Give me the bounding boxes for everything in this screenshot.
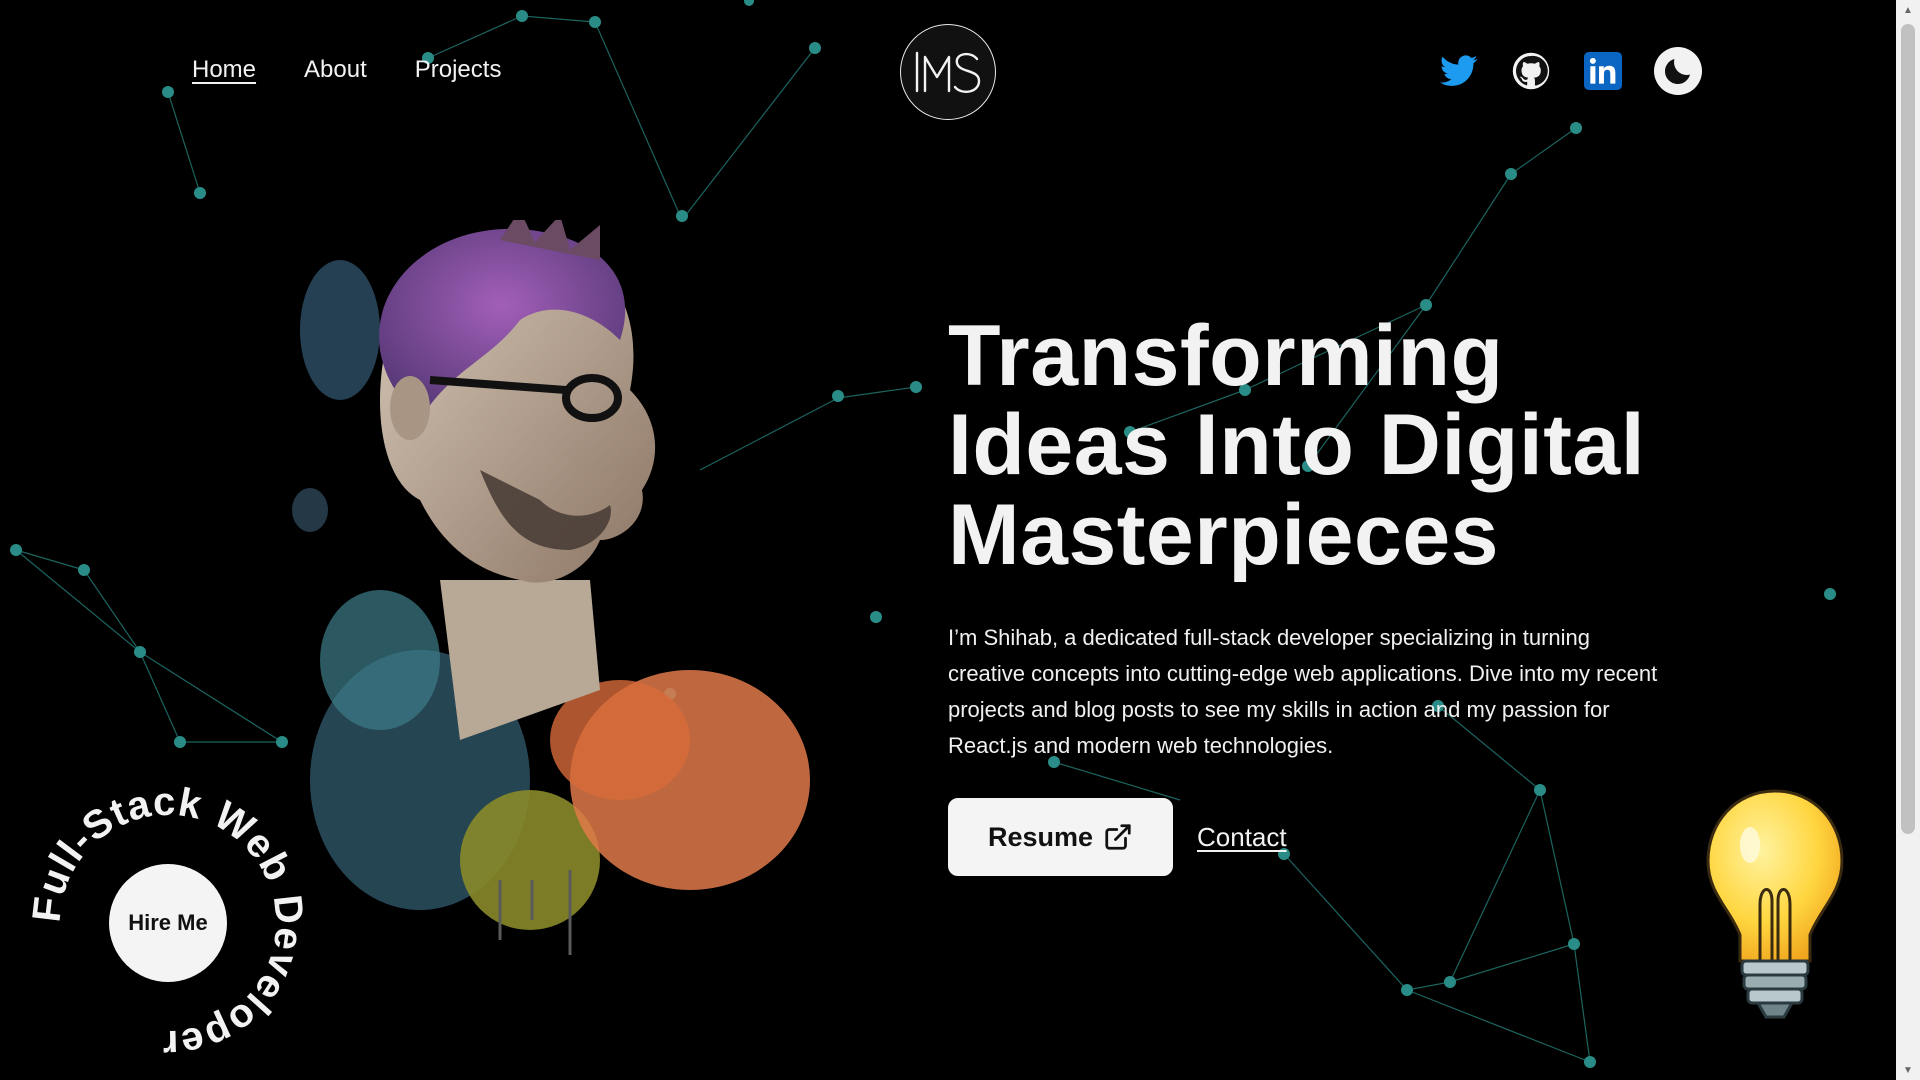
moon-icon bbox=[1664, 58, 1691, 85]
linkedin-icon bbox=[1584, 52, 1622, 90]
main-nav: Home About Projects bbox=[192, 56, 501, 84]
page: Home About Projects Transforming Ideas I… bbox=[0, 0, 1920, 1080]
hero-title-line: Ideas Into Digital bbox=[948, 397, 1646, 494]
contact-link[interactable]: Contact bbox=[1197, 822, 1287, 853]
twitter-icon bbox=[1440, 55, 1478, 86]
hero-title: Transforming Ideas Into Digital Masterpi… bbox=[948, 308, 1708, 583]
scroll-up-arrow-icon[interactable]: ▲ bbox=[1896, 0, 1920, 20]
developer-portrait-image bbox=[292, 220, 810, 955]
hero-actions: Resume Contact bbox=[948, 798, 1287, 876]
hire-me-badge: Full-Stack Web Developer Hire Me bbox=[25, 780, 311, 1066]
resume-button[interactable]: Resume bbox=[948, 798, 1173, 876]
external-link-icon bbox=[1105, 824, 1131, 850]
github-link[interactable] bbox=[1510, 50, 1552, 92]
nav-link-about[interactable]: About bbox=[304, 56, 367, 84]
logo-monogram-icon bbox=[915, 51, 981, 93]
hire-me-button[interactable]: Hire Me bbox=[109, 864, 227, 982]
github-icon bbox=[1512, 52, 1550, 90]
lightbulb-icon bbox=[1706, 789, 1844, 1019]
theme-toggle-button[interactable] bbox=[1654, 47, 1702, 95]
site-logo[interactable] bbox=[900, 24, 996, 120]
scroll-down-arrow-icon[interactable]: ▼ bbox=[1896, 1060, 1920, 1080]
hero-title-line: Masterpieces bbox=[948, 486, 1499, 583]
hero-title-line: Transforming bbox=[948, 308, 1504, 404]
resume-button-label: Resume bbox=[987, 821, 1094, 852]
hero-description: I’m Shihab, a dedicated full-stack devel… bbox=[948, 625, 1658, 758]
social-links bbox=[1438, 47, 1702, 95]
scrollbar-thumb[interactable] bbox=[1901, 24, 1915, 834]
page-scrollbar[interactable]: ▲ ▼ bbox=[1896, 0, 1920, 1080]
twitter-link[interactable] bbox=[1438, 50, 1480, 92]
nav-link-projects[interactable]: Projects bbox=[415, 56, 502, 84]
linkedin-link[interactable] bbox=[1582, 50, 1624, 92]
nav-link-home[interactable]: Home bbox=[192, 56, 256, 84]
